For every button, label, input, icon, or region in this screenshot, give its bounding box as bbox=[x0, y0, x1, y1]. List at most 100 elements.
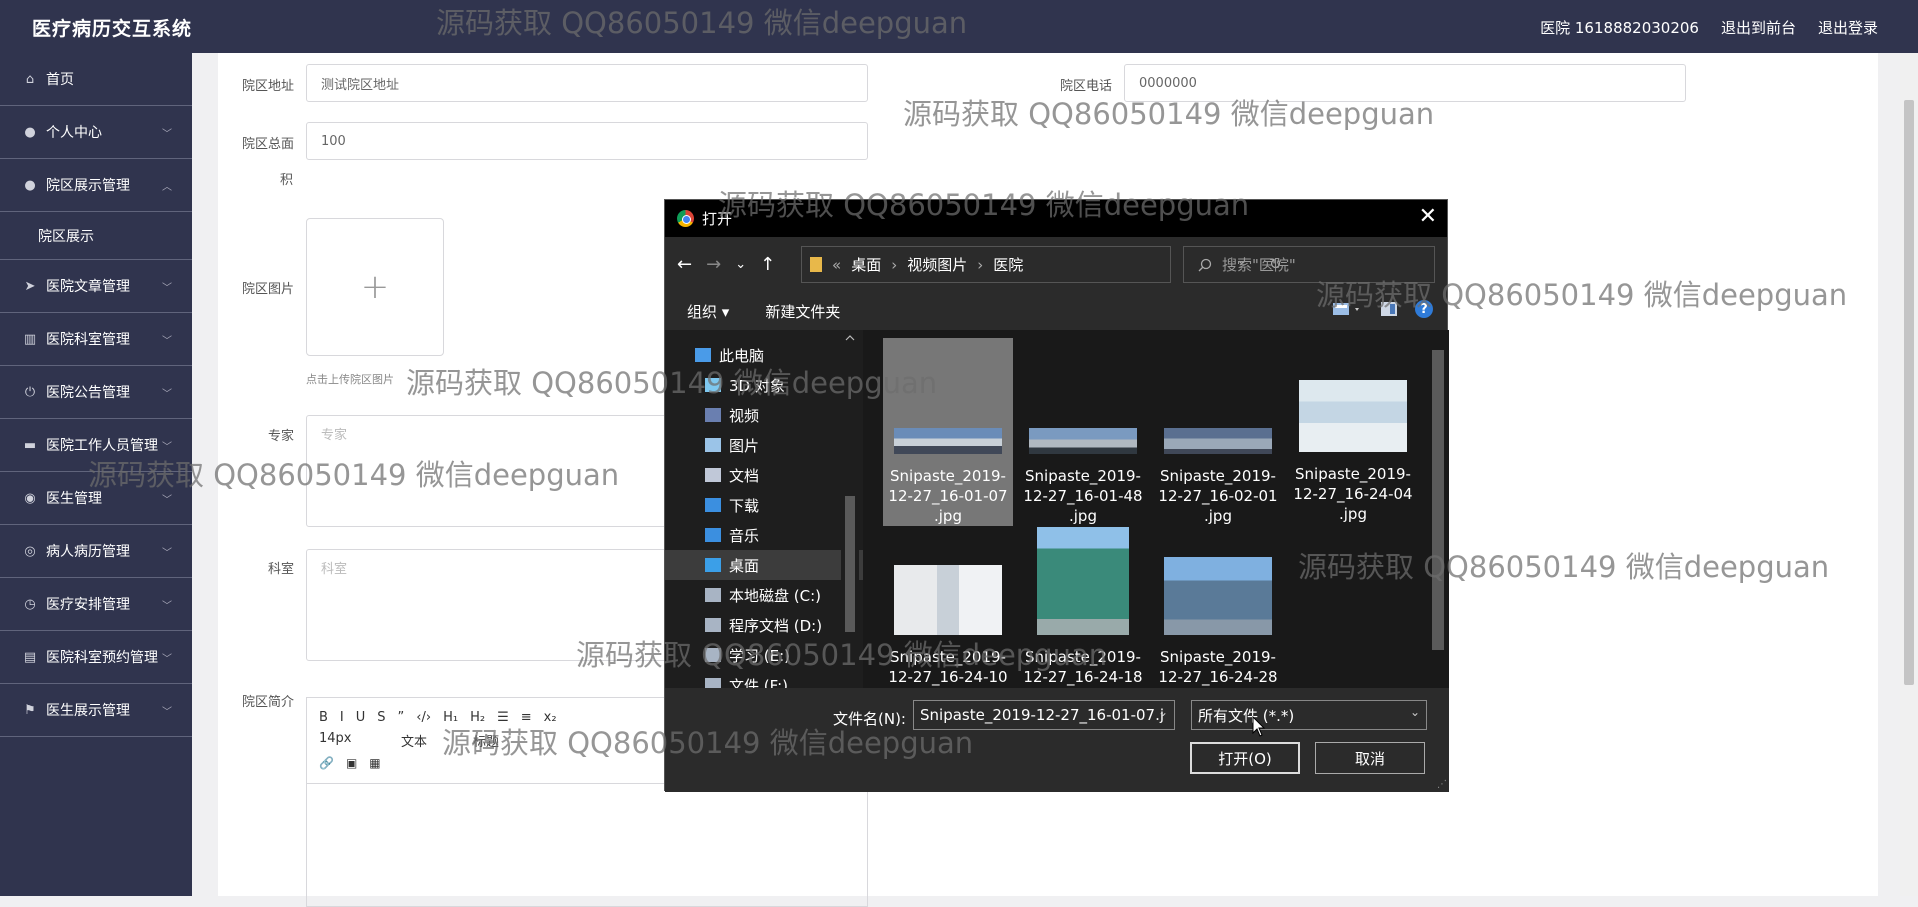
nav-item[interactable]: 音乐 bbox=[665, 520, 863, 550]
dept-label: 科室 bbox=[268, 562, 295, 577]
file-list-pane: Snipaste_2019- 12-27_16-01-07 .jpg Snipaste… bbox=[863, 330, 1449, 688]
sidebar-item[interactable]: ▥ 医院科室管理 ﹀ bbox=[0, 313, 192, 366]
nav-item[interactable]: 图片 bbox=[665, 430, 863, 460]
nav-item[interactable]: 桌面 bbox=[665, 550, 863, 580]
editor-format-button[interactable]: I bbox=[340, 710, 344, 725]
file-item[interactable]: Snipaste_2019- 12-27_16-01-07 .jpg bbox=[883, 338, 1013, 526]
person-icon: ● bbox=[24, 124, 36, 140]
sidebar-item[interactable]: ● 院区展示管理 ︿ bbox=[0, 159, 192, 212]
files-scrollbar-thumb[interactable] bbox=[1432, 350, 1444, 650]
back-arrow-icon[interactable]: ← bbox=[677, 254, 692, 275]
phone-input[interactable]: 0000000 bbox=[1124, 64, 1686, 102]
editor-format-button[interactable]: S bbox=[377, 710, 385, 725]
font-family-select[interactable]: 文本 bbox=[401, 731, 461, 750]
nav-item[interactable]: 本地磁盘 (C:) bbox=[665, 580, 863, 610]
area-input[interactable]: 100 bbox=[306, 122, 868, 160]
editor-format-button[interactable]: H₁ bbox=[443, 710, 458, 725]
file-item[interactable]: Snipaste_2019- 12-27_16-24-10 bbox=[883, 525, 1013, 688]
search-icon bbox=[1198, 258, 1212, 271]
organize-button[interactable]: 组织 ▾ bbox=[687, 301, 729, 322]
sidebar-item[interactable]: ▤ 医院科室预约管理 ﹀ bbox=[0, 631, 192, 684]
nav-item[interactable]: 此电脑 bbox=[665, 340, 863, 370]
nav-item[interactable]: 学习 (E:) bbox=[665, 640, 863, 670]
file-name-line: Snipaste_2019- bbox=[1160, 648, 1276, 666]
address-input[interactable]: 测试院区地址 bbox=[306, 64, 868, 102]
image-icon[interactable]: ▣ bbox=[346, 756, 357, 770]
top-bar: 医疗病历交互系统 医院 1618882030206 退出到前台 退出登录 bbox=[0, 0, 1918, 53]
recent-dropdown-icon[interactable]: ⌄ bbox=[735, 257, 746, 272]
file-item[interactable]: Snipaste_2019- 12-27_16-02-01 .jpg bbox=[1153, 338, 1283, 526]
sidebar-item[interactable]: ⚑ 医生展示管理 ﹀ bbox=[0, 684, 192, 737]
dialog-footer: 文件名(N): Snipaste_2019-12-27_16-01-07.j ⌄… bbox=[665, 688, 1449, 792]
new-folder-button[interactable]: 新建文件夹 bbox=[765, 301, 840, 322]
editor-format-button[interactable]: ≡ bbox=[521, 710, 532, 725]
app-title: 医疗病历交互系统 bbox=[32, 18, 193, 40]
sidebar-item-label: 个人中心 bbox=[46, 125, 102, 141]
folder-icon bbox=[810, 257, 822, 272]
search-input[interactable]: 搜索"医院" bbox=[1183, 246, 1435, 283]
sidebar-item[interactable]: ◉ 医生管理 ﹀ bbox=[0, 472, 192, 525]
view-mode-icon[interactable] bbox=[1333, 302, 1363, 316]
close-icon[interactable]: ✕ bbox=[1419, 204, 1437, 229]
nav-item[interactable]: 文档 bbox=[665, 460, 863, 490]
font-size-select[interactable]: 14px bbox=[319, 731, 389, 750]
editor-format-button[interactable]: x₂ bbox=[544, 710, 557, 725]
chevron-down-icon[interactable]: ⌄ bbox=[1158, 705, 1168, 719]
video-icon[interactable]: ▦ bbox=[369, 756, 380, 770]
sidebar-item[interactable]: ◎ 病人病历管理 ﹀ bbox=[0, 525, 192, 578]
editor-format-button[interactable]: ” bbox=[398, 710, 405, 725]
sidebar-item-label: 院区展示管理 bbox=[46, 178, 130, 194]
sidebar-item[interactable]: ● 个人中心 ﹀ bbox=[0, 106, 192, 159]
sidebar-subitem[interactable]: 院区展示 bbox=[0, 212, 192, 260]
file-item[interactable]: Snipaste_2019- 12-27_16-24-04 .jpg bbox=[1288, 338, 1418, 526]
chevron-down-icon[interactable]: ⌄ bbox=[1410, 705, 1420, 719]
scroll-up-arrow-icon[interactable] bbox=[841, 332, 859, 344]
editor-format-button[interactable]: B bbox=[319, 710, 328, 725]
nav-item[interactable]: 文件 (F:) bbox=[665, 670, 863, 688]
editor-format-button[interactable]: ‹/› bbox=[416, 710, 431, 725]
image-upload-box[interactable]: + bbox=[306, 218, 444, 356]
cancel-button[interactable]: 取消 bbox=[1315, 742, 1425, 774]
link-icon[interactable]: 🔗 bbox=[319, 756, 334, 770]
image-thumbnail bbox=[1299, 380, 1407, 452]
breadcrumb-desktop[interactable]: 桌面 bbox=[851, 254, 881, 275]
resize-grip-icon[interactable]: ⋰ bbox=[1437, 779, 1447, 790]
address-bar[interactable]: « 桌面 › 视频图片 › 医院 ⌄ ↻ bbox=[801, 246, 1282, 283]
sidebar-item-label: 医生展示管理 bbox=[46, 703, 130, 719]
page-scrollbar-thumb[interactable] bbox=[1904, 100, 1914, 685]
sidebar-item-label: 医院公告管理 bbox=[46, 385, 130, 401]
nav-item[interactable]: 视频 bbox=[665, 400, 863, 430]
exit-to-front-link[interactable]: 退出到前台 bbox=[1721, 17, 1796, 38]
heading-select[interactable]: 标题 bbox=[473, 731, 499, 750]
sidebar-item[interactable]: ◷ 医疗安排管理 ﹀ bbox=[0, 578, 192, 631]
image-label: 院区图片 bbox=[242, 282, 295, 297]
breadcrumb-videos-pictures[interactable]: 视频图片 bbox=[907, 254, 967, 275]
nav-item[interactable]: 3D 对象 bbox=[665, 370, 863, 400]
nav-item[interactable]: 下载 bbox=[665, 490, 863, 520]
person-icon: ● bbox=[24, 177, 36, 193]
file-item[interactable]: Snipaste_2019- 12-27_16-24-28 bbox=[1153, 525, 1283, 688]
filetype-select[interactable]: 所有文件 (*.*) ⌄ bbox=[1191, 700, 1427, 730]
forward-arrow-icon[interactable]: → bbox=[706, 254, 721, 275]
preview-pane-icon[interactable] bbox=[1381, 302, 1397, 316]
up-arrow-icon[interactable]: ↑ bbox=[760, 254, 775, 275]
sidebar-item[interactable]: ⌂ 首页 bbox=[0, 53, 192, 106]
open-button[interactable]: 打开(O) bbox=[1190, 742, 1300, 774]
logout-link[interactable]: 退出登录 bbox=[1818, 17, 1878, 38]
sidebar-item[interactable]: ▬ 医院工作人员管理 ﹀ bbox=[0, 419, 192, 472]
editor-format-button[interactable]: H₂ bbox=[470, 710, 485, 725]
file-item[interactable]: Snipaste_2019- 12-27_16-24-18 bbox=[1018, 525, 1148, 688]
editor-format-button[interactable]: U bbox=[356, 710, 366, 725]
breadcrumb-overflow-icon[interactable]: « bbox=[832, 256, 841, 274]
filename-input[interactable]: Snipaste_2019-12-27_16-01-07.j ⌄ bbox=[913, 700, 1175, 730]
nav-item[interactable]: 程序文档 (D:) bbox=[665, 610, 863, 640]
sidebar-item[interactable]: ⏻ 医院公告管理 ﹀ bbox=[0, 366, 192, 419]
sidebar-item[interactable]: ➤ 医院文章管理 ﹀ bbox=[0, 260, 192, 313]
breadcrumb-hospital[interactable]: 医院 bbox=[993, 254, 1023, 275]
chevron-down-icon: ﹀ bbox=[162, 706, 172, 718]
navigation-scrollbar-thumb[interactable] bbox=[845, 496, 855, 632]
chevron-down-icon: ﹀ bbox=[162, 441, 172, 453]
help-icon[interactable]: ? bbox=[1415, 300, 1433, 318]
editor-format-button[interactable]: ☰ bbox=[497, 710, 509, 725]
file-item[interactable]: Snipaste_2019- 12-27_16-01-48 .jpg bbox=[1018, 338, 1148, 526]
